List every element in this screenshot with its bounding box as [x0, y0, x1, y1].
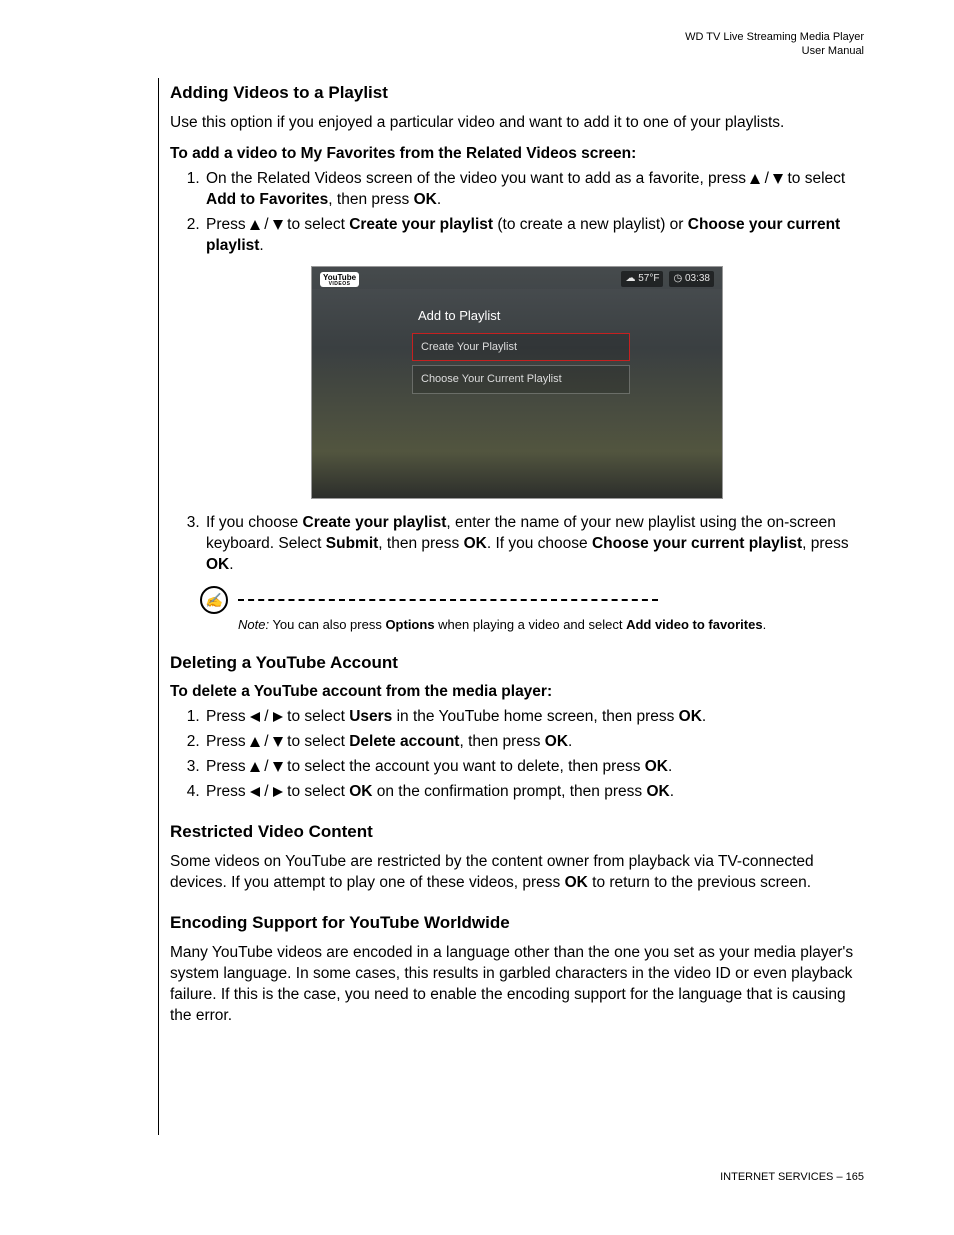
deleting-steps: Press / to select Users in the YouTube h… [170, 707, 864, 803]
left-margin-rule [158, 78, 159, 1135]
header: WD TV Live Streaming Media Player User M… [685, 30, 864, 59]
embedded-screenshot: YouTube VIDEOS ☁ 57°F ◷ 03:38 Add to Pla… [311, 266, 723, 499]
adding-steps: On the Related Videos screen of the vide… [170, 169, 864, 257]
up-arrow-icon [250, 737, 260, 747]
screenshot-topbar: YouTube VIDEOS ☁ 57°F ◷ 03:38 [312, 267, 722, 289]
deleting-subhead: To delete a YouTube account from the med… [170, 682, 864, 703]
clock-badge: ◷ 03:38 [669, 271, 714, 287]
deleting-step-2: Press / to select Delete account, then p… [204, 732, 864, 753]
screenshot-title: Add to Playlist [418, 307, 722, 325]
page: WD TV Live Streaming Media Player User M… [0, 0, 954, 1235]
left-arrow-icon [250, 787, 260, 797]
note-dashed-line [238, 599, 658, 601]
screenshot-option-create: Create Your Playlist [412, 333, 630, 362]
adding-step-2: Press / to select Create your playlist (… [204, 215, 864, 257]
heading-deleting: Deleting a YouTube Account [170, 652, 864, 675]
restricted-body: Some videos on YouTube are restricted by… [170, 852, 864, 894]
footer: INTERNET SERVICES – 165 [720, 1171, 864, 1183]
header-line1: WD TV Live Streaming Media Player [685, 31, 864, 43]
deleting-step-4: Press / to select OK on the confirmation… [204, 782, 864, 803]
adding-step-3: If you choose Create your playlist, ente… [204, 513, 864, 576]
screenshot-body: Add to Playlist Create Your Playlist Cho… [312, 289, 722, 498]
heading-adding: Adding Videos to a Playlist [170, 82, 864, 105]
encoding-body: Many YouTube videos are encoded in a lan… [170, 943, 864, 1027]
right-arrow-icon [273, 712, 283, 722]
header-line2: User Manual [802, 45, 864, 57]
youtube-logo: YouTube VIDEOS [320, 272, 359, 287]
down-arrow-icon [273, 220, 283, 230]
footer-page: 165 [846, 1171, 864, 1183]
note-divider: ✍ [200, 586, 864, 614]
screenshot-option-choose: Choose Your Current Playlist [412, 365, 630, 394]
adding-subhead: To add a video to My Favorites from the … [170, 144, 864, 165]
down-arrow-icon [773, 174, 783, 184]
adding-steps-cont: If you choose Create your playlist, ente… [170, 513, 864, 576]
footer-label: INTERNET SERVICES – [720, 1171, 846, 1183]
heading-encoding: Encoding Support for YouTube Worldwide [170, 912, 864, 935]
up-arrow-icon [250, 220, 260, 230]
left-arrow-icon [250, 712, 260, 722]
up-arrow-icon [250, 762, 260, 772]
weather-badge: ☁ 57°F [621, 271, 663, 287]
note-icon: ✍ [200, 586, 228, 614]
adding-step-1: On the Related Videos screen of the vide… [204, 169, 864, 211]
adding-intro: Use this option if you enjoyed a particu… [170, 113, 864, 134]
down-arrow-icon [273, 762, 283, 772]
heading-restricted: Restricted Video Content [170, 821, 864, 844]
deleting-step-3: Press / to select the account you want t… [204, 757, 864, 778]
down-arrow-icon [273, 737, 283, 747]
up-arrow-icon [750, 174, 760, 184]
screenshot-status: ☁ 57°F ◷ 03:38 [621, 271, 714, 287]
deleting-step-1: Press / to select Users in the YouTube h… [204, 707, 864, 728]
content: Adding Videos to a Playlist Use this opt… [170, 82, 864, 1026]
note-text: Note: You can also press Options when pl… [238, 616, 864, 634]
right-arrow-icon [273, 787, 283, 797]
